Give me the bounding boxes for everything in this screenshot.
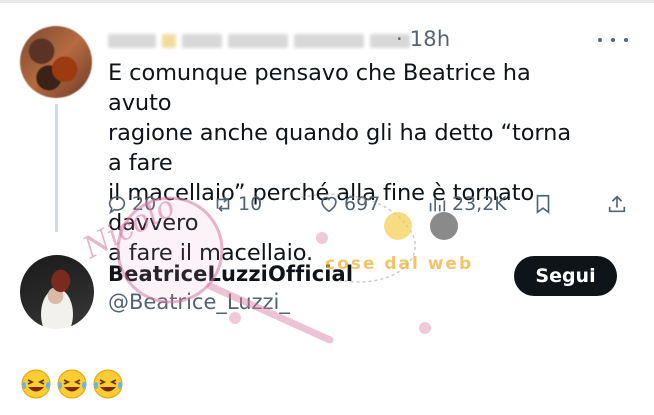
tweet[interactable]: · 18h E comunque pensavo che Beatrice ha…	[0, 0, 654, 266]
more-horizontal-icon[interactable]	[598, 32, 628, 48]
like-count: 697	[344, 193, 381, 215]
laughing-tears-emoji	[21, 369, 51, 399]
bookmark-icon	[536, 194, 550, 214]
share-button[interactable]	[606, 190, 628, 218]
laughing-tears-emoji	[57, 369, 87, 399]
views-button[interactable]: 23,2K	[426, 190, 507, 218]
thread-line	[55, 104, 58, 232]
tweet-text: E comunque pensavo che Beatrice ha avuto…	[108, 60, 572, 266]
author-avatar-blurred[interactable]	[20, 26, 92, 98]
tweet-timestamp[interactable]: · 18h	[396, 27, 450, 51]
retweet-count: 10	[238, 193, 263, 215]
bookmark-button[interactable]	[532, 190, 554, 218]
reply-count: 20	[132, 193, 157, 215]
heart-icon	[321, 196, 337, 213]
retweet-button[interactable]: 10	[212, 190, 262, 218]
emoji-row	[20, 368, 124, 400]
laughing-tears-emoji	[93, 369, 123, 399]
reply-button[interactable]: 20	[106, 190, 156, 218]
share-icon	[608, 195, 626, 213]
follow-button[interactable]: Segui	[514, 256, 617, 296]
view-count: 23,2K	[452, 193, 507, 215]
retweet-icon	[216, 196, 230, 212]
profile-handle[interactable]: @Beatrice_Luzzi_	[108, 290, 290, 314]
author-name-blurred[interactable]	[108, 32, 410, 50]
profile-name[interactable]: BeatriceLuzziOfficial	[108, 262, 353, 286]
views-icon	[429, 197, 446, 212]
like-button[interactable]: 697	[318, 190, 380, 218]
profile-avatar[interactable]	[20, 255, 94, 329]
reply-icon	[108, 196, 126, 215]
tweet-actions: 20 10 697 23,2K	[100, 190, 640, 220]
